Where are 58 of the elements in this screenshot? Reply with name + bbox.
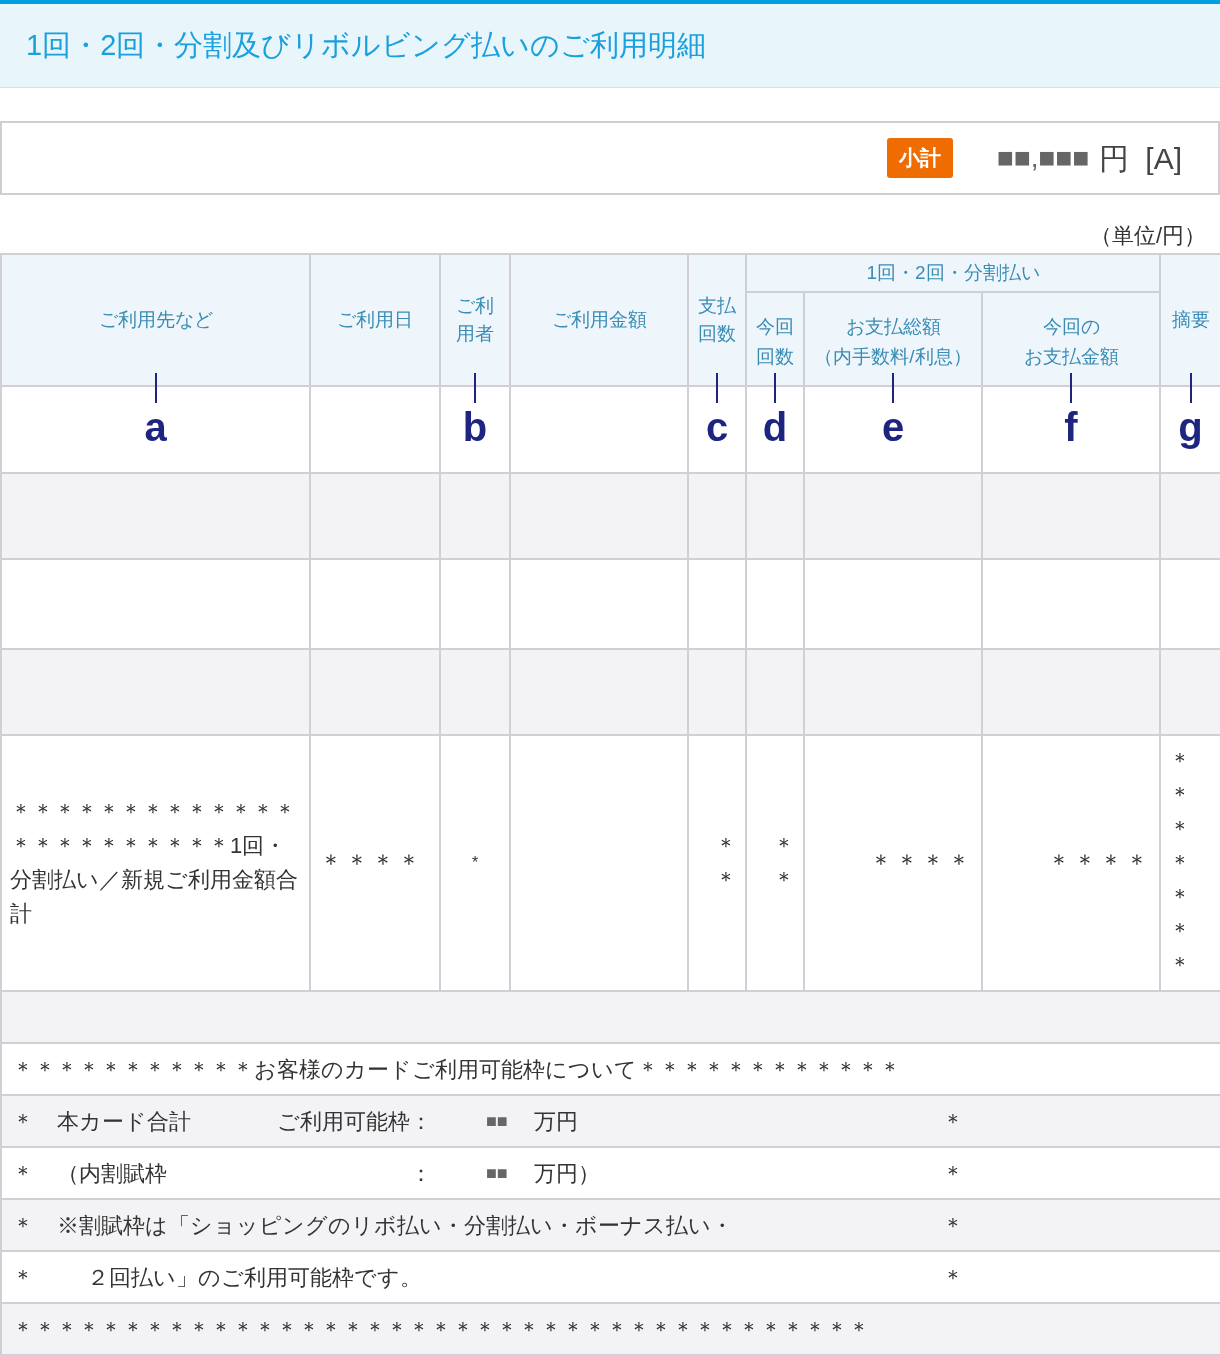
note-text: ※割賦枠は「ショッピングのリボ払い・分割払い・ボーナス払い・: [57, 1211, 734, 1240]
subtotal-amount: ■■,■■■: [996, 141, 1090, 175]
asterisk-mark: ＊: [12, 1159, 35, 1188]
note-text: ２回払い」のご利用可能枠です。: [86, 1263, 423, 1292]
column-header: 摘要: [1160, 254, 1220, 386]
date-cell-text: ＊＊＊＊: [318, 848, 424, 878]
column-marker: c: [705, 404, 729, 451]
currency-unit: 円: [1099, 140, 1130, 177]
asterisk-mark: ＊: [942, 1107, 964, 1136]
column-marker: g: [1178, 404, 1203, 451]
leader-line: [154, 373, 157, 403]
column-header: ご利用日: [310, 254, 440, 386]
merchant-text: ＊＊＊＊＊＊＊＊＊＊＊＊＊＊＊＊＊＊＊＊＊＊＊1回・分割払い／新規ご利用金額合計: [9, 798, 299, 928]
limit-label: （内割賦枠: [57, 1159, 168, 1188]
amount-cell-text: ＊＊＊＊: [868, 848, 974, 878]
limit-field: ：: [272, 1156, 432, 1190]
leader-line: [1070, 373, 1072, 403]
column-marker: d: [762, 404, 788, 451]
asterisk-mark: ＊: [942, 1159, 964, 1188]
limit-unit: 万円）: [534, 1159, 601, 1188]
limit-field: ご利用可能枠：: [272, 1104, 432, 1138]
subtotal-badge: 小計: [886, 138, 953, 178]
notice-text: ＊＊＊＊＊＊＊＊＊＊＊＊＊＊＊＊＊＊＊＊＊＊＊＊＊＊＊＊＊＊＊＊＊＊＊＊＊＊＊: [12, 1315, 870, 1344]
page-title: 1回・2回・分割及びリボルビング払いのご利用明細: [26, 27, 707, 63]
leader-line: [1189, 373, 1192, 403]
notice-text: ＊＊＊＊＊＊＊＊＊＊＊お客様のカードご利用可能枠について＊＊＊＊＊＊＊＊＊＊＊＊: [12, 1055, 901, 1084]
limit-label: 本カード合計: [57, 1107, 192, 1136]
column-marker: b: [462, 404, 488, 451]
count-cell-text: ＊＊: [773, 832, 795, 894]
column-header: ご利用金額: [510, 254, 688, 386]
column-header: 今回 回数: [746, 292, 804, 386]
leader-line: [716, 373, 718, 403]
column-header: ご利 用者: [440, 254, 510, 386]
leader-line: [892, 373, 894, 403]
user-cell-text: *: [470, 853, 480, 873]
group-header: 1回・2回・分割払い: [746, 254, 1160, 292]
count-cell-text: ＊＊: [715, 832, 737, 894]
asterisk-mark: ＊: [942, 1263, 964, 1292]
asterisk-mark: ＊: [12, 1107, 35, 1136]
column-header: ご利用先など: [1, 254, 310, 386]
column-header: 今回の お支払金額: [982, 292, 1160, 386]
column-header: 支払 回数: [688, 254, 746, 386]
count-cell-text: ＊＊＊＊＊＊＊: [1169, 747, 1191, 979]
asterisk-mark: ＊: [12, 1263, 35, 1292]
limit-amount: ■■: [486, 1161, 509, 1185]
amount-cell-text: ＊＊＊＊: [1046, 848, 1152, 878]
column-marker: a: [144, 404, 167, 451]
unit-note: （単位/円）: [1089, 222, 1206, 250]
leader-line: [474, 373, 476, 403]
column-header: お支払総額 （内手数料/利息）: [804, 292, 982, 386]
limit-amount: ■■: [486, 1109, 509, 1133]
leader-line: [774, 373, 776, 403]
column-marker: f: [1064, 404, 1078, 451]
subtotal-tag: [A]: [1145, 135, 1182, 181]
limit-unit: 万円: [534, 1107, 579, 1136]
asterisk-mark: ＊: [942, 1211, 964, 1240]
column-marker: e: [881, 404, 905, 451]
asterisk-mark: ＊: [12, 1211, 35, 1240]
